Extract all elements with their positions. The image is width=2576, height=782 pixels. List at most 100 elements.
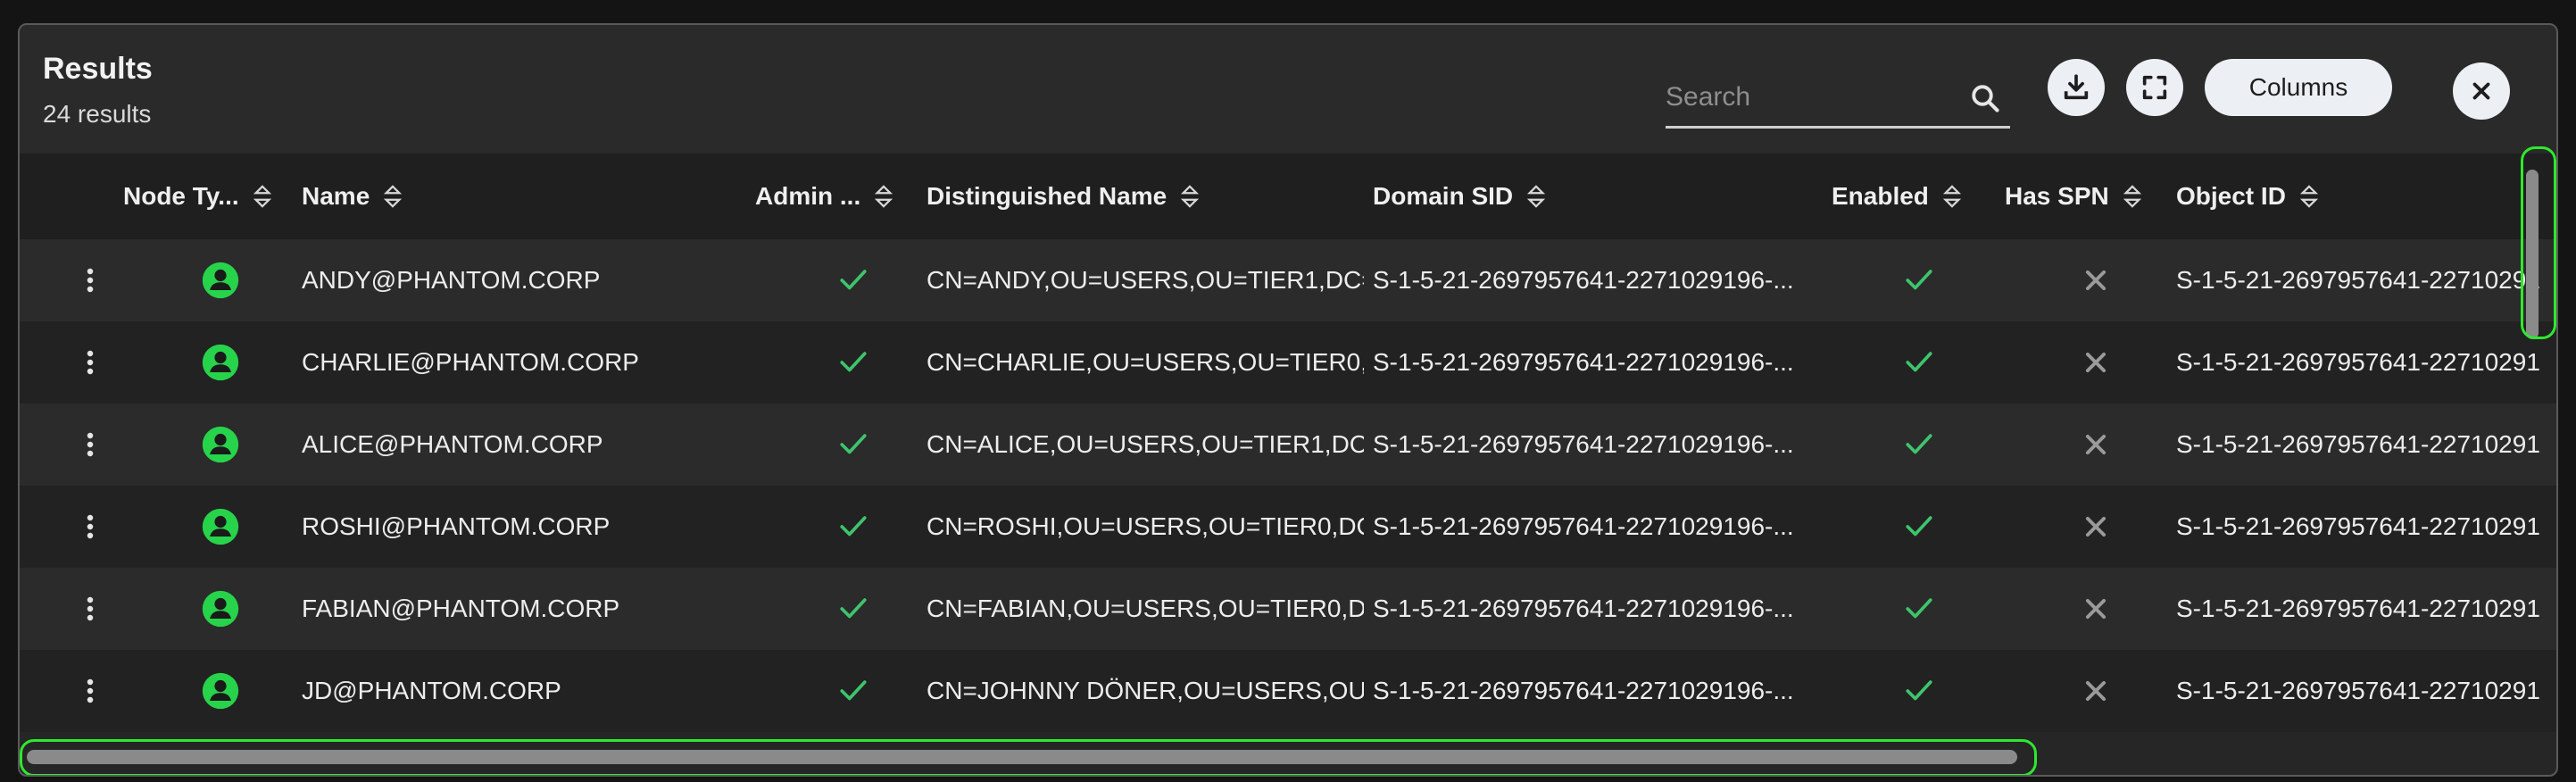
- column-header-label: Name: [302, 182, 370, 210]
- user-icon: [191, 403, 250, 486]
- cell-distinguished-name: CN=JOHNNY DÖNER,OU=USERS,OU...: [927, 677, 1364, 704]
- table-row[interactable]: JD@PHANTOM.CORP CN=JOHNNY DÖNER,OU=USERS,…: [20, 650, 2556, 732]
- column-header-label: Node Ty...: [123, 182, 239, 210]
- check-icon: [1874, 321, 1964, 403]
- cell-domain-sid: S-1-5-21-2697957641-2271029196-...: [1373, 266, 1794, 294]
- cell-object-id: S-1-5-21-2697957641-22710291: [2176, 430, 2540, 458]
- check-icon: [809, 650, 898, 732]
- table-header: Node Ty... Name Admin ... Distinguished …: [20, 154, 2556, 239]
- cell-domain-sid: S-1-5-21-2697957641-2271029196-...: [1373, 348, 1794, 376]
- close-button[interactable]: [2453, 62, 2510, 120]
- check-icon: [809, 239, 898, 321]
- vertical-scrollbar-highlight: [2521, 146, 2556, 339]
- column-header-label: Object ID: [2176, 182, 2286, 210]
- kebab-menu-icon[interactable]: [64, 321, 116, 403]
- cell-distinguished-name: CN=CHARLIE,OU=USERS,OU=TIER0,...: [927, 348, 1364, 376]
- cell-name[interactable]: ROSHI@PHANTOM.CORP: [302, 486, 730, 568]
- kebab-menu-icon[interactable]: [64, 403, 116, 486]
- cell-name[interactable]: CHARLIE@PHANTOM.CORP: [302, 321, 730, 403]
- sort-icon[interactable]: [2299, 185, 2318, 208]
- check-icon: [809, 403, 898, 486]
- check-icon: [809, 486, 898, 568]
- check-icon: [1874, 650, 1964, 732]
- column-header-distinguished-name[interactable]: Distinguished Name: [927, 154, 1200, 239]
- cell-domain-sid: S-1-5-21-2697957641-2271029196-...: [1373, 512, 1794, 540]
- column-header-node-type[interactable]: Node Ty...: [123, 154, 271, 239]
- column-header-has-spn[interactable]: Has SPN: [2005, 154, 2141, 239]
- search-input[interactable]: [1666, 70, 1951, 125]
- table-row[interactable]: ANDY@PHANTOM.CORP CN=ANDY,OU=USERS,OU=TIE…: [20, 239, 2556, 321]
- panel-title: Results: [43, 52, 153, 86]
- fullscreen-button[interactable]: [2126, 59, 2183, 116]
- user-icon: [191, 239, 250, 321]
- user-icon: [191, 321, 250, 403]
- sort-icon[interactable]: [1527, 185, 1546, 208]
- check-icon: [809, 321, 898, 403]
- kebab-menu-icon[interactable]: [64, 650, 116, 732]
- cell-distinguished-name: CN=ANDY,OU=USERS,OU=TIER1,DC=...: [927, 266, 1364, 294]
- close-icon: [2472, 82, 2490, 100]
- cross-icon: [2051, 239, 2140, 321]
- results-panel: Results 24 results Columns: [18, 23, 2558, 777]
- cell-distinguished-name: CN=FABIAN,OU=USERS,OU=TIER0,D...: [927, 595, 1364, 622]
- cell-object-id: S-1-5-21-2697957641-22710291: [2176, 348, 2540, 376]
- table-row[interactable]: ALICE@PHANTOM.CORP CN=ALICE,OU=USERS,OU=T…: [20, 403, 2556, 486]
- cell-name[interactable]: ALICE@PHANTOM.CORP: [302, 403, 730, 486]
- table-row[interactable]: CHARLIE@PHANTOM.CORP CN=CHARLIE,OU=USERS,…: [20, 321, 2556, 403]
- results-header: Results 24 results Columns: [20, 25, 2556, 154]
- user-icon: [191, 568, 250, 650]
- cell-object-id: S-1-5-21-2697957641-22710291: [2176, 677, 2540, 704]
- cell-domain-sid: S-1-5-21-2697957641-2271029196-...: [1373, 430, 1794, 458]
- column-header-label: Admin ...: [755, 182, 861, 210]
- check-icon: [1874, 486, 1964, 568]
- column-header-admin[interactable]: Admin ...: [755, 154, 893, 239]
- check-icon: [1874, 568, 1964, 650]
- cell-domain-sid: S-1-5-21-2697957641-2271029196-...: [1373, 677, 1794, 704]
- horizontal-scrollbar-highlight: [20, 739, 2037, 775]
- cell-distinguished-name: CN=ROSHI,OU=USERS,OU=TIER0,DC...: [927, 512, 1364, 540]
- cell-object-id: S-1-5-21-2697957641-22710291: [2176, 595, 2540, 622]
- user-icon: [191, 650, 250, 732]
- sort-icon[interactable]: [253, 185, 271, 208]
- cell-name[interactable]: JD@PHANTOM.CORP: [302, 650, 730, 732]
- cell-name[interactable]: FABIAN@PHANTOM.CORP: [302, 568, 730, 650]
- results-count: 24 results: [43, 100, 152, 128]
- cell-distinguished-name: CN=ALICE,OU=USERS,OU=TIER1,DC...: [927, 430, 1364, 458]
- cross-icon: [2051, 486, 2140, 568]
- column-header-enabled[interactable]: Enabled: [1832, 154, 1961, 239]
- column-header-label: Domain SID: [1373, 182, 1514, 210]
- check-icon: [1874, 239, 1964, 321]
- column-header-label: Distinguished Name: [927, 182, 1168, 210]
- kebab-menu-icon[interactable]: [64, 239, 116, 321]
- cross-icon: [2051, 321, 2140, 403]
- kebab-menu-icon[interactable]: [64, 568, 116, 650]
- cell-name[interactable]: ANDY@PHANTOM.CORP: [302, 239, 730, 321]
- cross-icon: [2051, 403, 2140, 486]
- cell-object-id: S-1-5-21-2697957641-22710291: [2176, 266, 2540, 294]
- column-header-label: Has SPN: [2005, 182, 2109, 210]
- sort-icon[interactable]: [875, 185, 893, 208]
- sort-icon[interactable]: [1181, 185, 1200, 208]
- check-icon: [809, 568, 898, 650]
- sort-icon[interactable]: [2123, 185, 2141, 208]
- search-box: [1666, 70, 2010, 129]
- sort-icon[interactable]: [384, 185, 403, 208]
- search-icon[interactable]: [1969, 82, 2001, 114]
- column-header-domain-sid[interactable]: Domain SID: [1373, 154, 1546, 239]
- user-icon: [191, 486, 250, 568]
- cross-icon: [2051, 650, 2140, 732]
- columns-button[interactable]: Columns: [2205, 59, 2392, 116]
- table-row[interactable]: FABIAN@PHANTOM.CORP CN=FABIAN,OU=USERS,OU…: [20, 568, 2556, 650]
- sort-icon[interactable]: [1942, 185, 1961, 208]
- download-button[interactable]: [2048, 59, 2105, 116]
- column-header-label: Enabled: [1832, 182, 1929, 210]
- check-icon: [1874, 403, 1964, 486]
- table-row[interactable]: ROSHI@PHANTOM.CORP CN=ROSHI,OU=USERS,OU=T…: [20, 486, 2556, 568]
- column-header-name[interactable]: Name: [302, 154, 403, 239]
- kebab-menu-icon[interactable]: [64, 486, 116, 568]
- cell-domain-sid: S-1-5-21-2697957641-2271029196-...: [1373, 595, 1794, 622]
- column-header-object-id[interactable]: Object ID: [2176, 154, 2318, 239]
- fullscreen-icon: [2142, 75, 2167, 100]
- download-icon: [2064, 74, 2089, 100]
- cell-object-id: S-1-5-21-2697957641-22710291: [2176, 512, 2540, 540]
